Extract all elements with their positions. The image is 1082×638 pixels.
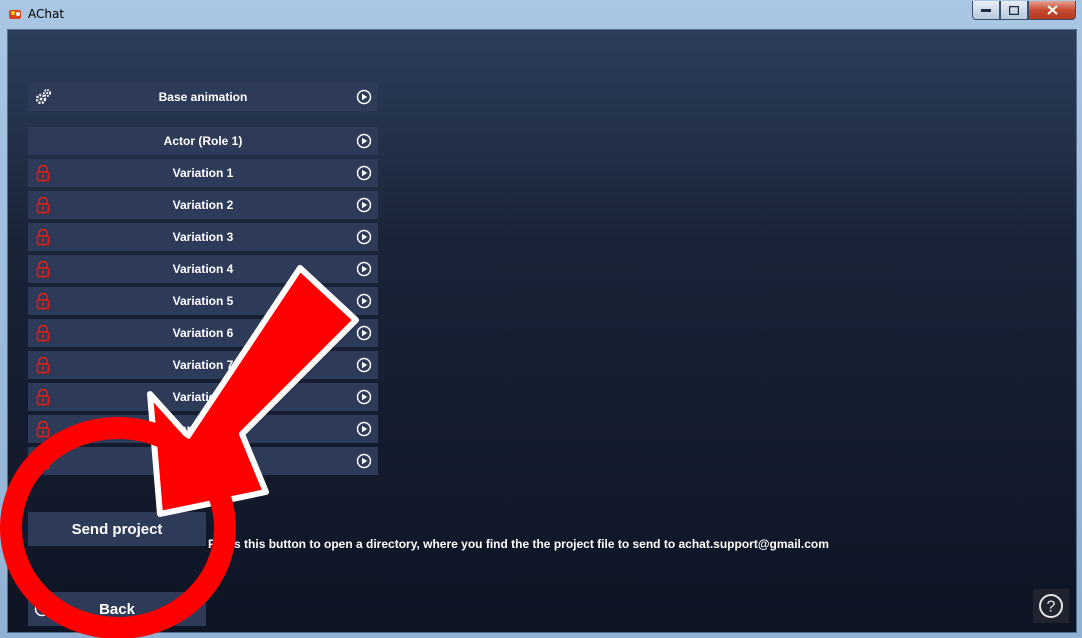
play-circle-icon[interactable] (356, 421, 372, 437)
variation-row[interactable]: Variation 8 (28, 383, 378, 411)
play-circle-icon[interactable] (356, 133, 372, 149)
lock-icon (36, 388, 50, 406)
lock-icon (36, 196, 50, 214)
play-circle-icon[interactable] (356, 165, 372, 181)
send-project-button[interactable]: Send project (28, 512, 206, 546)
help-button[interactable]: ? (1033, 589, 1069, 623)
variation-row[interactable]: Variation 9 (28, 415, 378, 443)
variation-row[interactable]: Variation 3 (28, 223, 378, 251)
play-circle-icon[interactable] (356, 325, 372, 341)
minimize-button[interactable] (972, 1, 1000, 20)
play-circle-icon[interactable] (356, 453, 372, 469)
close-icon (1046, 5, 1058, 15)
variation-row[interactable]: Variation 7 (28, 351, 378, 379)
variation-label: Variation 10 (169, 454, 237, 468)
actor-row[interactable]: Actor (Role 1) (28, 127, 378, 155)
help-label: ? (1047, 599, 1056, 616)
back-arrow-icon (34, 601, 50, 617)
play-circle-icon[interactable] (356, 389, 372, 405)
lock-icon (36, 292, 50, 310)
help-icon: ? (1039, 594, 1063, 618)
lock-icon (36, 228, 50, 246)
variation-label: Variation 8 (172, 390, 234, 404)
info-text: Press this button to open a directory, w… (208, 537, 829, 551)
variation-row[interactable]: Variation 6 (28, 319, 378, 347)
close-button[interactable] (1028, 1, 1076, 20)
app-icon (9, 10, 21, 19)
variation-row[interactable]: Variation 10 (28, 447, 378, 475)
play-circle-icon[interactable] (356, 293, 372, 309)
variation-label: Variation 3 (172, 230, 234, 244)
play-circle-icon[interactable] (356, 357, 372, 373)
window-title: AChat (28, 7, 65, 21)
maximize-button[interactable] (1000, 1, 1028, 20)
lock-icon (36, 164, 50, 182)
window-frame: AChat Base animation Actor (Role 1) Vari… (0, 0, 1082, 638)
variation-label: Variation 2 (172, 198, 234, 212)
actor-label: Actor (Role 1) (163, 134, 243, 148)
lock-icon (36, 324, 50, 342)
variation-row[interactable]: Variation 1 (28, 159, 378, 187)
variation-row[interactable]: Variation 5 (28, 287, 378, 315)
maximize-icon (1009, 5, 1019, 15)
app-client-area: Base animation Actor (Role 1) Variation … (7, 29, 1077, 633)
variation-row[interactable]: Variation 4 (28, 255, 378, 283)
base-animation-row[interactable]: Base animation (28, 83, 378, 111)
variation-label: Variation 7 (172, 358, 234, 372)
variation-row[interactable]: Variation 2 (28, 191, 378, 219)
variation-label: Variation 9 (172, 422, 234, 436)
variation-label: Variation 5 (172, 294, 234, 308)
lock-icon (36, 356, 50, 374)
title-bar[interactable]: AChat (0, 0, 1082, 28)
lock-icon (36, 452, 50, 470)
lock-icon (36, 260, 50, 278)
play-circle-icon[interactable] (356, 197, 372, 213)
variation-label: Variation 4 (172, 262, 234, 276)
lock-icon (36, 420, 50, 438)
play-circle-icon[interactable] (356, 229, 372, 245)
play-circle-icon[interactable] (356, 89, 372, 105)
back-button[interactable]: Back (28, 592, 206, 626)
variation-label: Variation 1 (172, 166, 234, 180)
variation-label: Variation 6 (172, 326, 234, 340)
gears-icon (35, 89, 51, 105)
play-circle-icon[interactable] (356, 261, 372, 277)
minimize-icon (981, 9, 991, 12)
base-animation-label: Base animation (158, 90, 248, 104)
back-label: Back (99, 600, 135, 618)
